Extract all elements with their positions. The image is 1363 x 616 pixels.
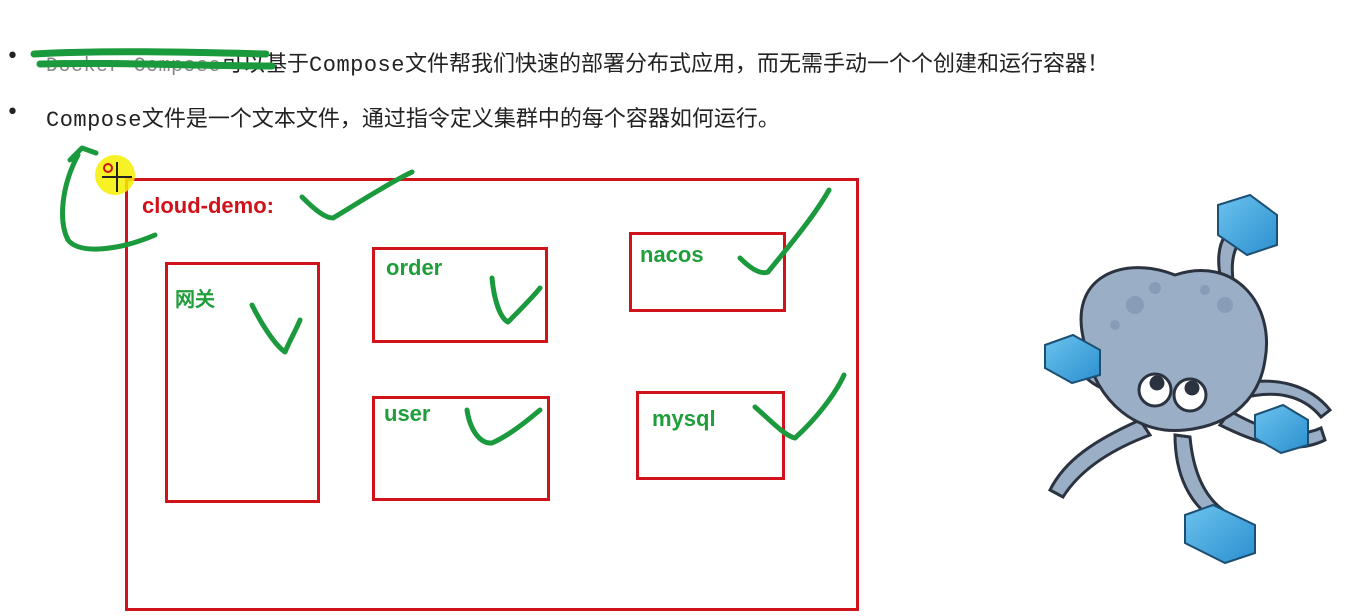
cursor-highlight (95, 155, 135, 195)
check-user (464, 407, 543, 446)
check-mysql (752, 372, 847, 441)
check-gateway (249, 302, 303, 355)
check-nacos (737, 187, 832, 276)
docker-compose-octopus-icon (1044, 193, 1333, 565)
check-cloud-demo (299, 169, 415, 221)
check-order (489, 275, 543, 325)
arrow-head (67, 145, 99, 163)
strike-mark-2 (36, 59, 276, 70)
strike-mark-1 (30, 48, 270, 58)
